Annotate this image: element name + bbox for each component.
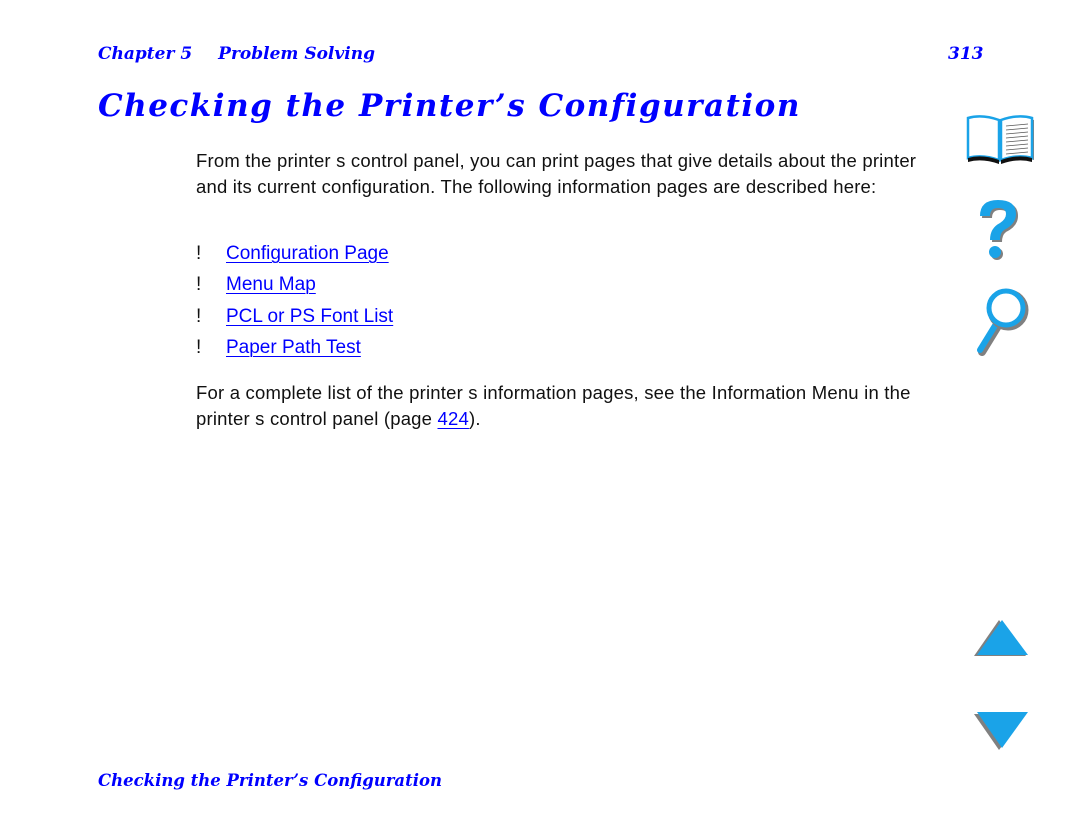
closing-text: For a complete list of the printer s inf…	[196, 382, 911, 429]
next-page-icon[interactable]	[972, 710, 1030, 752]
page-number: 313	[948, 44, 984, 64]
intro-paragraph: From the printer s control panel, you ca…	[196, 150, 917, 197]
running-footer: Checking the Printer’s Configuration	[98, 771, 443, 790]
bullet: !	[196, 274, 202, 296]
help-icon[interactable]	[974, 198, 1026, 264]
link-paper-path-test[interactable]: Paper Path Test	[226, 337, 361, 359]
running-header-chapter: Chapter 5 Problem Solving	[98, 44, 375, 64]
list-item: ! Menu Map	[196, 270, 393, 302]
link-configuration-page[interactable]: Configuration Page	[226, 243, 389, 265]
link-menu-map[interactable]: Menu Map	[226, 274, 316, 296]
list-item: ! Configuration Page	[196, 238, 393, 270]
chapter-label: Chapter 5	[98, 44, 193, 64]
book-icon[interactable]	[966, 114, 1038, 166]
previous-page-icon[interactable]	[972, 618, 1030, 658]
closing-paragraph: For a complete list of the printer s inf…	[196, 380, 916, 432]
list-item: ! PCL or PS Font List	[196, 301, 393, 333]
closing-text-end: ).	[468, 408, 481, 429]
bullet: !	[196, 305, 202, 327]
page-title: Checking the Printer’s Configuration	[98, 88, 801, 124]
section-label: Problem Solving	[218, 44, 375, 64]
list-item: ! Paper Path Test	[196, 333, 393, 365]
link-font-list[interactable]: PCL or PS Font List	[226, 306, 393, 328]
search-icon[interactable]	[972, 288, 1030, 356]
info-pages-list: ! Configuration Page ! Menu Map ! PCL or…	[196, 238, 393, 364]
bullet: !	[196, 337, 202, 359]
page-reference-link[interactable]: 424	[438, 408, 469, 429]
bullet: !	[196, 242, 202, 264]
